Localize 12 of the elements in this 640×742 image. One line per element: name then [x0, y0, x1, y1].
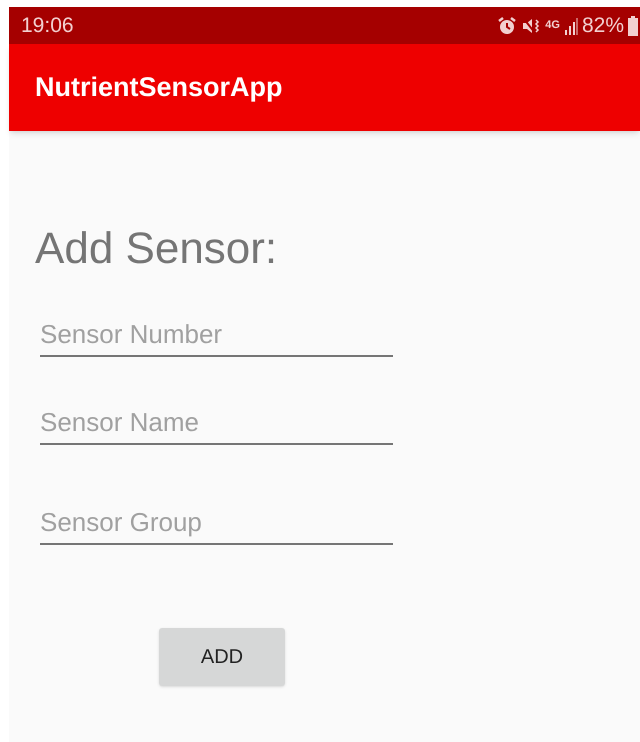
signal-icon — [564, 16, 578, 34]
battery-percent: 82% — [582, 12, 624, 39]
app-title: NutrientSensorApp — [35, 71, 283, 104]
network-type: 4G — [545, 20, 560, 31]
input-field[interactable]: Sensor Number — [40, 313, 393, 357]
status-time: 19:06 — [21, 12, 74, 39]
input-field[interactable]: Sensor Name — [40, 401, 393, 445]
input-field[interactable]: Sensor Group — [40, 501, 393, 545]
add-button[interactable]: ADD — [159, 628, 285, 686]
alarm-icon — [497, 16, 518, 36]
page-heading: Add Sensor: — [35, 223, 278, 275]
battery-icon — [628, 16, 638, 36]
